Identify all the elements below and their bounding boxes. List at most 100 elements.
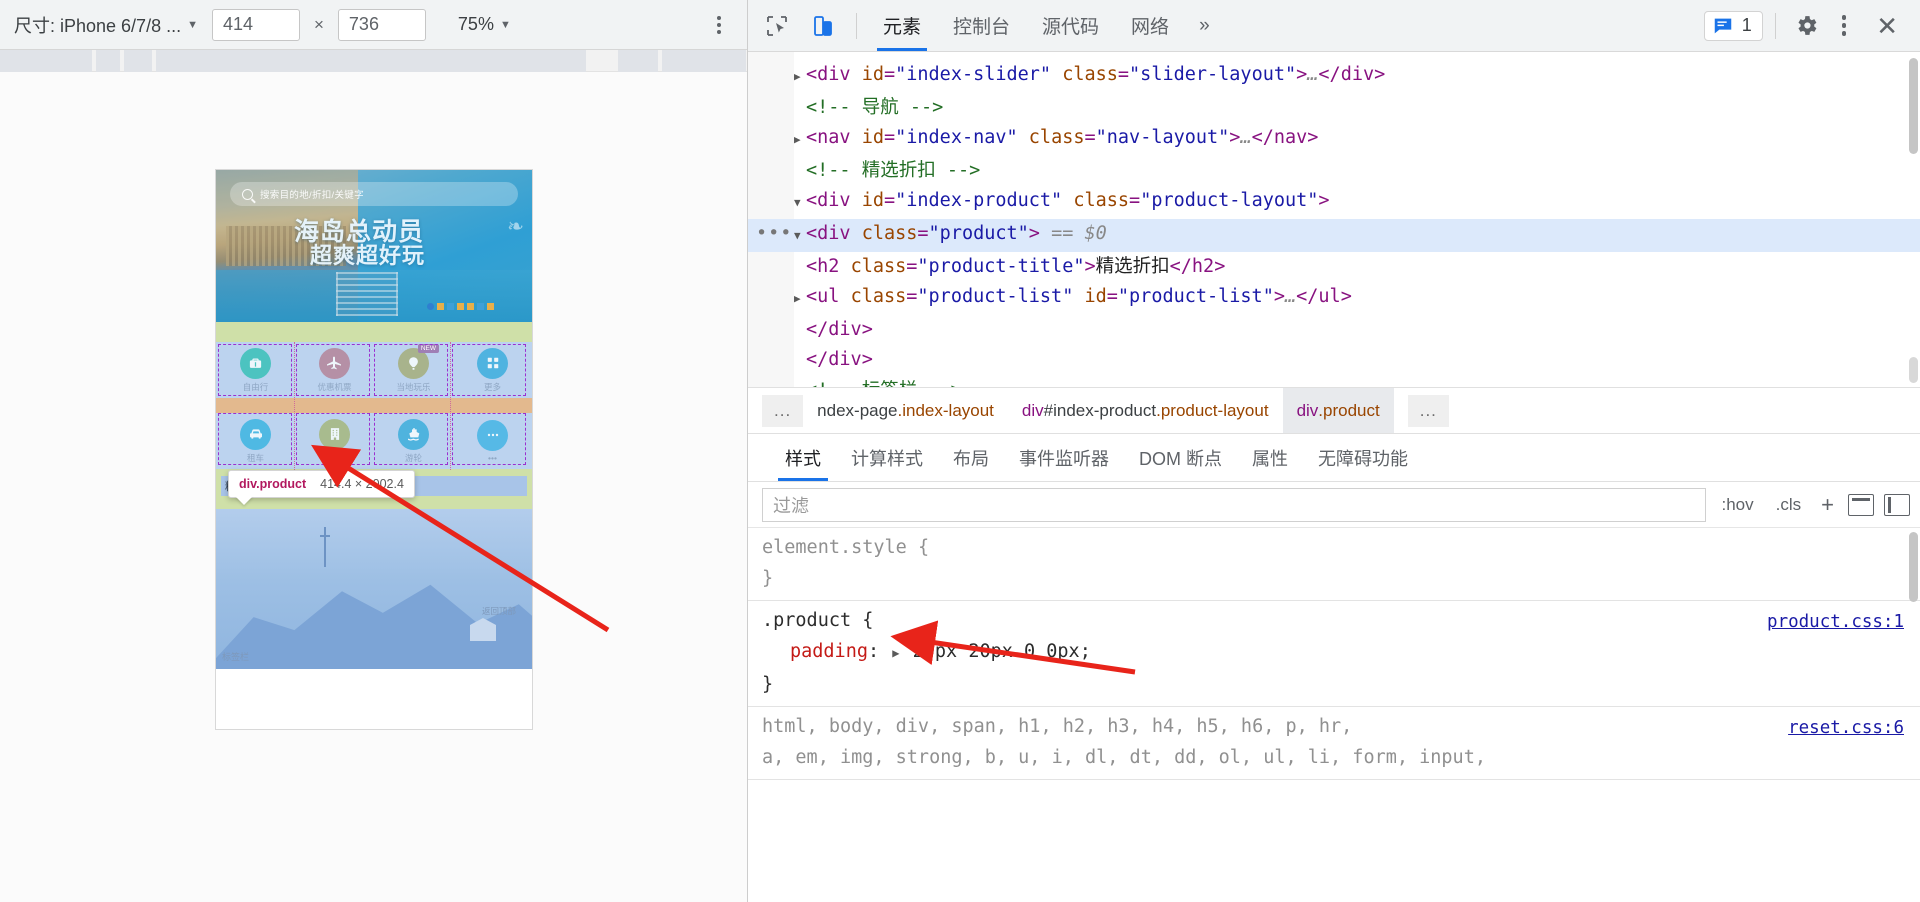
width-input[interactable]: 414 <box>211 8 300 41</box>
device-size-selector[interactable]: 尺寸: iPhone 6/7/8 ... ▼ <box>14 12 198 38</box>
tab-accessibility[interactable]: 无障碍功能 <box>1305 434 1421 481</box>
console-message-icon <box>1714 18 1731 33</box>
dom-tree-row[interactable]: <!-- 导航 --> <box>748 93 1920 124</box>
dom-scrollbar-thumb-bottom[interactable] <box>1909 357 1918 383</box>
tab-network[interactable]: 网络 <box>1117 1 1183 51</box>
back-to-top-button[interactable]: 返回顶部 <box>482 605 516 617</box>
dom-token: "product" <box>928 222 1029 244</box>
tab-computed[interactable]: 计算样式 <box>838 434 936 481</box>
styles-scrollbar-thumb[interactable] <box>1909 532 1918 602</box>
breadcrumb-item-product[interactable]: div .product <box>1282 388 1394 433</box>
zoom-selector[interactable]: 75% ▼ <box>458 14 511 35</box>
dom-tree-row[interactable]: <!-- 标签栏 --> <box>748 376 1920 387</box>
dom-tree-row[interactable]: <!-- 精选折扣 --> <box>748 156 1920 187</box>
tab-event-listeners[interactable]: 事件监听器 <box>1006 434 1122 481</box>
css-property-value[interactable]: 20px 20px 0 0px; <box>913 641 1091 662</box>
dom-tree-row[interactable]: <h2 class="product-title">精选折扣</h2> <box>748 252 1920 283</box>
gear-icon[interactable] <box>1788 7 1826 45</box>
tab-sources[interactable]: 源代码 <box>1028 1 1113 51</box>
height-input[interactable]: 736 <box>337 8 426 41</box>
dom-tree-row[interactable]: ▶ <ul class="product-list" id="product-li… <box>748 282 1920 315</box>
nav-item-gengduo[interactable]: 更多 <box>453 342 532 398</box>
devtools-pane: 元素 控制台 源代码 网络 » 1 ✕ ▶ <div id="index-sli… <box>748 0 1920 902</box>
dom-token: div <box>817 222 851 244</box>
dom-token: class <box>850 255 907 277</box>
dom-tree-row[interactable]: </div> <box>748 345 1920 376</box>
dom-scrollbar-thumb[interactable] <box>1909 58 1918 154</box>
dom-tree-row[interactable]: </div> <box>748 315 1920 346</box>
triangle-right-icon[interactable]: ▶ <box>794 284 806 315</box>
dom-token: div <box>1340 64 1375 85</box>
tooltip-dimensions: 414.4 × 2002.4 <box>320 477 404 491</box>
styles-rules-panel[interactable]: element.style { } product.css:1 .product… <box>748 528 1920 902</box>
breadcrumb-item-index-page[interactable]: ndex-page.index-layout <box>803 401 1008 421</box>
filter-input[interactable]: 过滤 <box>762 487 1706 522</box>
toggle-sidebar-icon[interactable] <box>1884 493 1910 516</box>
close-icon[interactable]: ✕ <box>1862 13 1912 39</box>
tab-styles[interactable]: 样式 <box>772 434 834 481</box>
triangle-right-icon[interactable]: ▶ <box>794 62 806 93</box>
toolbar-divider <box>856 12 857 39</box>
rule-source-link[interactable]: product.css:1 <box>1767 607 1904 638</box>
rule-source-link[interactable]: reset.css:6 <box>1788 713 1904 744</box>
breadcrumb-item-index-product[interactable]: div#index-product.product-layout <box>1008 401 1283 421</box>
breadcrumb-id: ndex-page <box>817 400 898 420</box>
rule-reset[interactable]: reset.css:6 html, body, div, span, h1, h… <box>748 707 1920 780</box>
nav-item-youhuijipiao[interactable]: 优惠机票 <box>295 342 374 398</box>
dom-token: "product-layout" <box>1140 190 1319 212</box>
nav-label: 当地玩乐 <box>396 381 431 392</box>
rule-product[interactable]: product.css:1 .product { padding: ▶ 20px… <box>748 601 1920 707</box>
triangle-right-icon[interactable]: ▶ <box>794 125 806 156</box>
dom-tree-row[interactable]: ▼ <div id="index-product" class="product-… <box>748 186 1920 219</box>
tab-console[interactable]: 控制台 <box>939 1 1024 51</box>
dom-token: ul <box>817 286 840 308</box>
new-style-rule-icon[interactable]: + <box>1817 492 1838 518</box>
print-media-icon[interactable] <box>1848 493 1874 516</box>
cls-button[interactable]: .cls <box>1770 495 1808 515</box>
nav-item-dangdiwanle[interactable]: NEW 当地玩乐 <box>374 342 453 398</box>
css-property-name[interactable]: padding <box>790 641 868 662</box>
tab-dom-breakpoints[interactable]: DOM 断点 <box>1126 434 1235 481</box>
nav-item-zuche[interactable]: 租车 <box>216 413 295 469</box>
rule-selector[interactable]: html, body, div, span, h1, h2, h3, h4, h… <box>762 711 1906 773</box>
hov-button[interactable]: :hov <box>1716 495 1760 515</box>
dom-row-ellipsis-icon[interactable]: ••• <box>756 219 792 250</box>
device-toggle-icon[interactable] <box>802 6 844 46</box>
nav-item-more[interactable]: ••• <box>453 413 532 469</box>
search-input[interactable]: 搜索目的地/折扣/关键字 <box>230 182 518 206</box>
dom-token: > <box>861 318 873 340</box>
expand-shorthand-icon[interactable]: ▶ <box>890 638 901 669</box>
chevron-double-right-icon[interactable]: » <box>1187 15 1222 37</box>
tab-layout[interactable]: 布局 <box>940 434 1002 481</box>
dom-token: id <box>861 127 884 149</box>
dom-token: > <box>1214 255 1226 277</box>
console-message-badge[interactable]: 1 <box>1703 10 1763 41</box>
dom-tree-row[interactable]: ▶ <nav id="index-nav" class="nav-layout">… <box>748 123 1920 156</box>
dom-tree-row[interactable]: ▶ <div id="index-slider" class="slider-la… <box>748 60 1920 93</box>
rule-selector[interactable]: element.style <box>762 537 907 558</box>
slider-dots[interactable] <box>427 303 494 310</box>
nav-item-youlun[interactable]: 游轮 <box>374 413 453 469</box>
tab-elements[interactable]: 元素 <box>869 1 935 51</box>
breadcrumb-overflow[interactable]: ... <box>762 394 804 427</box>
dom-token <box>839 256 850 277</box>
dom-tree-row[interactable]: ••• ▼ <div class="product"> == $0 <box>748 218 1920 252</box>
tab-properties[interactable]: 属性 <box>1239 434 1301 481</box>
triangle-down-icon[interactable]: ▼ <box>794 188 806 219</box>
nav-item-jiudian[interactable]: 酒店 <box>295 413 374 469</box>
nav-label: 更多 <box>483 381 501 392</box>
triangle-down-icon[interactable]: ▼ <box>794 221 806 252</box>
rule-selector[interactable]: .product <box>762 610 851 631</box>
devtools-kebab-icon[interactable] <box>1830 15 1859 36</box>
hero-slider[interactable]: 搜索目的地/折扣/关键字 海岛总动员 超爽超好玩 ❧ <box>216 170 532 322</box>
device-toolbar-kebab-icon[interactable] <box>717 15 721 34</box>
inspect-element-icon[interactable] <box>756 6 798 46</box>
nav-item-ziyouxing[interactable]: 自由行 <box>216 342 295 398</box>
rule-element-style[interactable]: element.style { } <box>748 528 1920 601</box>
breadcrumb-trailing[interactable]: ... <box>1407 394 1449 427</box>
dom-token: </ <box>806 318 829 340</box>
dom-token: </ <box>1296 286 1319 308</box>
product-image[interactable]: 返回顶部 标签栏 <box>216 509 532 669</box>
mobile-viewport[interactable]: 搜索目的地/折扣/关键字 海岛总动员 超爽超好玩 ❧ 自由行 优惠机票 NEW … <box>215 169 533 730</box>
dom-tree[interactable]: ▶ <div id="index-slider" class="slider-la… <box>748 52 1920 388</box>
